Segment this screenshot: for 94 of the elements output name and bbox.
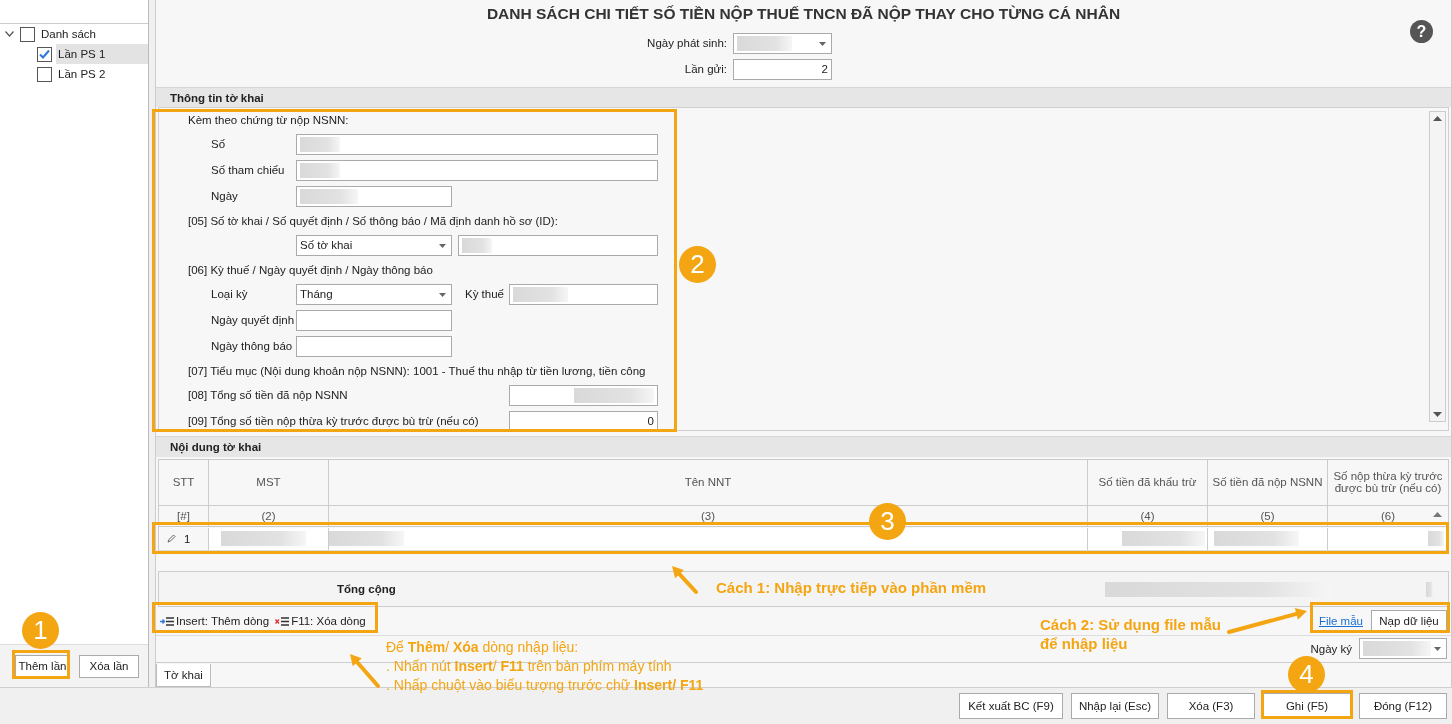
column-number: (5) (1208, 505, 1328, 526)
column-header[interactable]: STT (159, 459, 209, 505)
caret-icon (819, 41, 826, 46)
field-label: Ngày (210, 190, 239, 203)
caret-icon (439, 243, 446, 248)
dropdown[interactable] (733, 32, 832, 54)
note-text: Cách 2: Sử dụng file mẫu (1040, 615, 1221, 634)
input-field[interactable] (296, 133, 658, 155)
column-header[interactable]: MST (209, 459, 329, 505)
section-label: [05] Số tờ khai / Số quyết định / Số thông báo / Mã định danh hồ sơ (ID): (188, 214, 558, 227)
note-text: . Nhấp chuột vào biểu tượng trước chữ Insert/ F11 (386, 676, 704, 695)
section-label: [07] Tiểu mục (Nội dung khoản nộp NSNN): 1001 - Thuế thu nhập từ tiền lương, tiền công (188, 364, 646, 377)
input-field[interactable] (458, 234, 658, 256)
note-text: Cách 1: Nhập trực tiếp vào phần mềm (716, 578, 987, 597)
section-label: [06] Kỳ thuế / Ngày quyết định / Ngày thông báo (188, 263, 433, 276)
column-header[interactable]: Số tiền đã khấu trừ (1088, 459, 1208, 505)
caret-icon (439, 292, 446, 297)
toolbar-button[interactable]: Insert: Thêm dòng (160, 615, 270, 628)
button[interactable]: Nạp dữ liệu (1371, 609, 1447, 633)
column-number: (6) (1328, 505, 1448, 526)
scrollbar[interactable] (1429, 111, 1446, 423)
blurred-value (737, 35, 792, 51)
input-field[interactable]: 2 (733, 58, 832, 80)
input-field[interactable]: 0 (509, 410, 658, 432)
tree-label: Danh sách (40, 28, 96, 40)
blurred-value (462, 237, 492, 253)
button[interactable]: Ghi (F5) (1263, 693, 1351, 719)
total-label: Tổng cộng (337, 583, 396, 596)
list-icon (275, 615, 290, 627)
form-title: DANH SÁCH CHI TIẾT SỐ TIỀN NỘP THUẾ TNCN ĐÃ NỘP THAY CHO TỪNG CÁ NHÂN (485, 4, 1122, 24)
field-label: Ngày quyết định (210, 314, 296, 327)
tab[interactable]: Tờ khai (156, 664, 211, 687)
column-header[interactable]: Số tiền đã nộp NSNN (1208, 459, 1328, 505)
input-field[interactable] (296, 159, 658, 181)
field-label: Số (210, 138, 227, 151)
dropdown[interactable] (1359, 638, 1447, 660)
blurred-value (300, 162, 340, 178)
caret-icon (1434, 647, 1441, 652)
checkbox[interactable] (20, 26, 35, 42)
row-number: 1 (184, 532, 191, 545)
input-field[interactable] (509, 283, 658, 305)
tree-label: Lần PS 2 (57, 68, 106, 80)
blurred-value (300, 136, 340, 152)
blurred-value (513, 286, 568, 302)
input-field[interactable] (296, 185, 452, 207)
section-header: Nội dung tờ khai (156, 436, 1451, 457)
field-label: Lần gửi: (683, 63, 728, 75)
button[interactable]: Kết xuất BC (F9) (959, 693, 1063, 719)
arrow (672, 566, 698, 594)
dropdown[interactable]: Tháng (296, 283, 452, 305)
note-text: Để Thêm/ Xóa dòng nhập liệu: (386, 638, 580, 657)
field-label: Số tham chiếu (210, 164, 286, 177)
scroll-down-icon (1433, 412, 1442, 418)
checkbox[interactable] (37, 66, 52, 82)
dropdown[interactable]: Số tờ khai (296, 234, 452, 256)
tree-item[interactable]: Lần PS 2 (0, 64, 148, 84)
input-field[interactable] (296, 309, 452, 331)
column-number: (4) (1088, 505, 1208, 526)
field-label: Loại kỳ (210, 288, 249, 301)
field-label: Ngày phát sinh: (646, 37, 728, 49)
scroll-up-icon (1433, 511, 1442, 517)
blurred-value (300, 188, 358, 204)
tree-item[interactable]: Lần PS 1 (0, 44, 148, 64)
button[interactable]: Đóng (F12) (1359, 693, 1447, 719)
tree-label: Lần PS 1 (56, 44, 148, 64)
button[interactable]: Nhập lại (Esc) (1071, 693, 1159, 719)
button[interactable]: Xóa (F3) (1167, 693, 1255, 719)
field-label: Ngày thông báo (210, 340, 294, 353)
column-number: (2) (209, 505, 329, 526)
toolbar-button[interactable]: F11: Xóa dòng (275, 615, 366, 628)
help-button[interactable]: ? (1410, 20, 1433, 43)
arrow (350, 654, 380, 688)
input-field[interactable] (509, 384, 658, 406)
note-text: . Nhấn nút Insert/ F11 trên bàn phím máy tính (386, 657, 673, 676)
list-icon (160, 615, 174, 627)
blurred-value (1363, 641, 1431, 657)
section-header: Thông tin tờ khai (156, 86, 1451, 108)
scroll-up-icon (1433, 116, 1442, 122)
tree-item[interactable]: Danh sách (0, 24, 148, 44)
note-text: để nhập liệu (1040, 634, 1129, 653)
button[interactable]: Xóa lần (79, 654, 139, 678)
highlight-frame (12, 650, 70, 679)
field-label: Ngày ký (1310, 642, 1352, 655)
blurred-value (1426, 582, 1433, 598)
template-link[interactable]: File mẫu (1318, 615, 1363, 628)
blurred-value (1428, 531, 1444, 547)
column-number: [#] (159, 505, 209, 526)
column-header[interactable]: Số nộp thừa kỳ trước được bù trừ (nếu có) (1328, 459, 1448, 505)
input-field[interactable] (296, 335, 452, 357)
field-label: Kỳ thuế (464, 288, 505, 301)
field-label: [08] Tổng số tiền đã nộp NSNN (188, 389, 349, 402)
checkbox[interactable] (37, 46, 52, 62)
field-label: [09] Tổng số tiền nộp thừa kỳ trước được bù trừ (nếu có) (188, 415, 480, 428)
section-label: Kèm theo chứng từ nộp NSNN: (188, 113, 349, 126)
